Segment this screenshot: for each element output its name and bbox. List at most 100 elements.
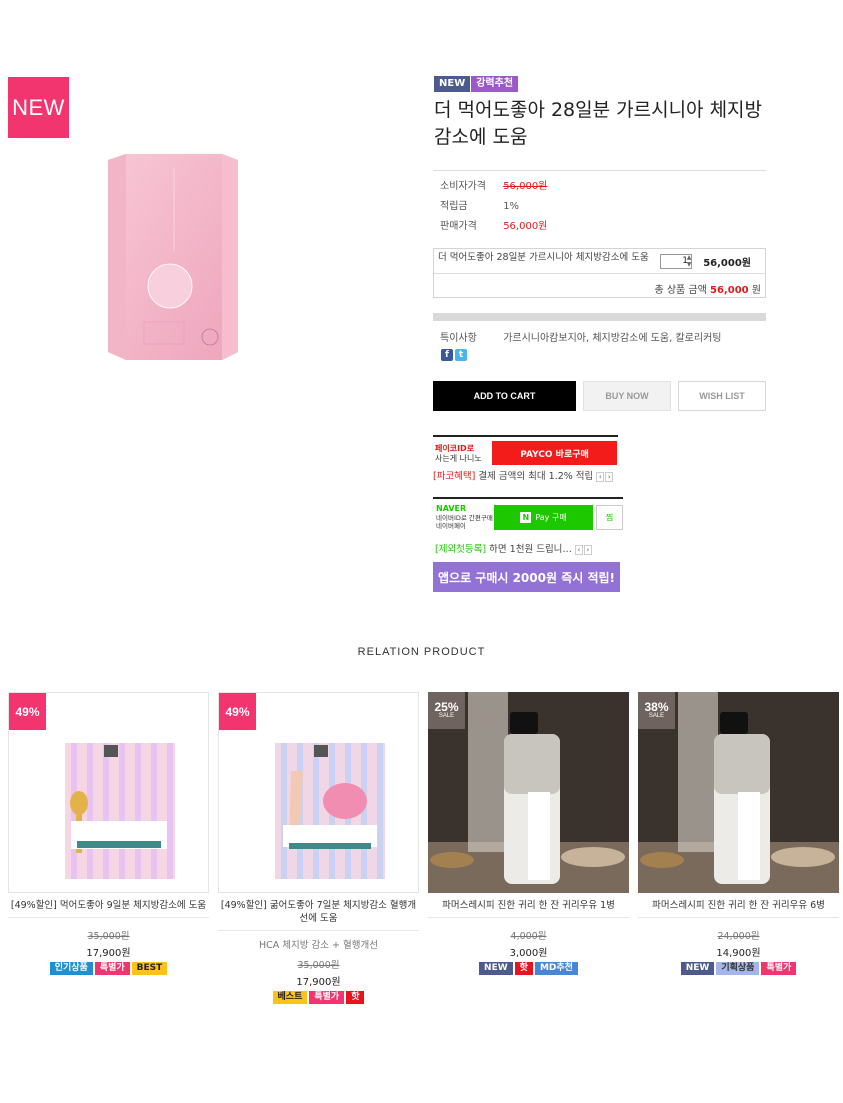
badge-new: NEW — [680, 962, 715, 975]
related-product-image[interactable]: 38% SALE — [638, 692, 839, 893]
product-title: 더 먹어도좋아 28일분 가르시니아 체지방감소에 도움 — [434, 99, 763, 148]
naver-caption-2: 네이버페이 — [436, 522, 466, 530]
prev-icon[interactable]: ‹ — [596, 471, 605, 482]
related-price: 17,900원 — [86, 948, 131, 959]
naver-benefit-tag: [제외첫등록] — [435, 544, 487, 555]
total-price: 총 상품 금액 56,000 원 — [654, 281, 761, 296]
spec-label: 특이사항 — [440, 333, 477, 344]
sale-price-value: 56,000원 — [503, 221, 548, 232]
badge-hot: 핫 — [514, 962, 533, 975]
sale-price-row: 판매가격 56,000원 — [440, 217, 547, 237]
sale-price-label: 판매가격 — [440, 221, 477, 232]
relation-product-title: RELATION PRODUCT — [357, 646, 486, 658]
related-badges: 인기상품 특별가 BEST — [8, 962, 209, 975]
facebook-icon[interactable]: f — [441, 349, 453, 361]
payco-caption-2: 사는게 나니노 — [435, 454, 482, 463]
naver-pay-button[interactable]: N Pay 구매 — [494, 505, 593, 530]
option-name: 더 먹어도좋아 28일분 가르시니아 체지방감소에 도움 — [438, 252, 649, 263]
add-to-cart-button[interactable]: ADD TO CART — [433, 381, 576, 411]
option-price: 56,000원 — [703, 258, 751, 269]
related-product-subtitle: HCA 체지방 감소 + 혈행개선 — [259, 940, 378, 951]
points-row: 적립금 1% — [440, 197, 547, 217]
points-label: 적립금 — [440, 201, 468, 212]
tag-new: NEW — [434, 76, 471, 92]
badge-popular: 인기상품 — [49, 962, 93, 975]
sale-label: SALE — [648, 713, 665, 719]
payco-benefit-text: 결제 금액의 최대 1.2% 적립 — [478, 471, 594, 482]
next-icon[interactable]: › — [583, 544, 592, 555]
payco-benefit-arrows[interactable]: ‹ › — [596, 471, 614, 482]
badge-best: BEST — [131, 962, 168, 975]
badge-special: 특별가 — [94, 962, 130, 975]
related-product-card[interactable]: 25% SALE 파머스레시피 진한 귀리 한 잔 귀리우유 1병 4,000원… — [428, 692, 629, 975]
related-product-card[interactable]: 49% [49%할인] 먹어도좋아 9일분 체지방감소에 도움 35,000원 … — [8, 692, 209, 975]
related-product-image[interactable]: 49% — [8, 692, 209, 893]
divider — [433, 170, 766, 171]
consumer-price-row: 소비자가격 56,000원 — [440, 177, 547, 197]
naver-zzim-button[interactable]: 찜 — [596, 505, 623, 530]
badge-best: 베스트 — [272, 991, 308, 1004]
naver-pay-label: Pay 구매 — [535, 513, 567, 522]
total-unit: 원 — [751, 285, 761, 296]
app-purchase-banner[interactable]: 앱으로 구매시 2000원 즉시 적립! — [433, 562, 620, 592]
discount-badge: 49% — [219, 693, 256, 730]
related-old-price: 35,000원 — [87, 931, 130, 942]
related-product-card[interactable]: 38% SALE 파머스레시피 진한 귀리 한 잔 귀리우유 6병 24,000… — [638, 692, 839, 975]
related-product-image[interactable]: 49% — [218, 692, 419, 893]
related-badges: 베스트 특별가 핫 — [218, 991, 419, 1004]
payco-benefit-tag: [파코혜택] — [433, 471, 476, 482]
related-product-image[interactable]: 25% SALE — [428, 692, 629, 893]
badge-planned: 기획상품 — [716, 962, 760, 975]
tag-recommend: 강력추천 — [471, 76, 519, 92]
consumer-price-value: 56,000원 — [503, 181, 548, 192]
next-icon[interactable]: › — [605, 471, 614, 482]
naver-benefit-text: 하면 1천원 드립니… — [489, 544, 572, 555]
divider — [433, 497, 623, 499]
divider — [434, 273, 765, 274]
related-old-price: 4,000원 — [510, 931, 547, 942]
product-image — [108, 154, 238, 360]
discount-rate: 25% — [434, 700, 459, 714]
related-product-name[interactable]: 파머스레시피 진한 귀리 한 잔 귀리우유 6병 — [638, 899, 839, 918]
related-product-name[interactable]: 파머스레시피 진한 귀리 한 잔 귀리우유 1병 — [428, 899, 629, 918]
related-price: 14,900원 — [716, 948, 761, 959]
consumer-price-label: 소비자가격 — [440, 181, 486, 192]
price-info: 소비자가격 56,000원 적립금 1% 판매가격 56,000원 — [440, 177, 547, 237]
sns-share: f t — [441, 349, 467, 361]
discount-rate: 38% — [644, 700, 669, 714]
badge-special: 특별가 — [761, 962, 797, 975]
related-product-card[interactable]: 49% [49%할인] 굶어도좋아 7일분 체지방감소 혈행개선에 도움 HCA… — [218, 692, 419, 1004]
total-label: 총 상품 금액 — [654, 285, 707, 296]
naver-n-icon: N — [520, 512, 532, 523]
wish-list-button[interactable]: WISH LIST — [678, 381, 766, 411]
discount-badge: 38% SALE — [638, 692, 675, 729]
naver-benefit: [제외첫등록] 하면 1천원 드립니… ‹ › — [435, 541, 592, 555]
points-value: 1% — [503, 201, 520, 212]
related-product-name[interactable]: [49%할인] 굶어도좋아 7일분 체지방감소 혈행개선에 도움 — [218, 899, 419, 931]
badge-md: MD추천 — [534, 962, 578, 975]
naver-caption: 네이버ID로 간편구매 네이버페이 — [436, 514, 493, 530]
divider-bar — [433, 313, 766, 321]
payco-buy-button[interactable]: PAYCO 바로구매 — [492, 441, 617, 465]
badge-special: 특별가 — [309, 991, 345, 1004]
related-badges: NEW 핫 MD추천 — [428, 962, 629, 975]
naver-caption-1: 네이버ID로 간편구매 — [436, 514, 493, 522]
discount-badge: 49% — [9, 693, 46, 730]
related-old-price: 24,000원 — [717, 931, 760, 942]
prev-icon[interactable]: ‹ — [574, 544, 583, 555]
related-badges: NEW 기획상품 특별가 — [638, 962, 839, 975]
naver-benefit-arrows[interactable]: ‹ › — [574, 544, 592, 555]
sale-label: SALE — [438, 713, 455, 719]
payco-benefit: [파코혜택] 결제 금액의 최대 1.2% 적립 ‹ › — [433, 468, 614, 482]
related-price: 17,900원 — [296, 977, 341, 988]
spec-value: 가르시니아캄보지아, 체지방감소에 도움, 칼로리커팅 — [503, 333, 722, 344]
quantity-stepper[interactable]: ▲ ▼ — [685, 254, 693, 269]
spec-row: 특이사항 가르시니아캄보지아, 체지방감소에 도움, 칼로리커팅 — [440, 329, 721, 344]
twitter-icon[interactable]: t — [455, 349, 467, 361]
naver-logo: NAVER — [436, 504, 467, 513]
related-product-name[interactable]: [49%할인] 먹어도좋아 9일분 체지방감소에 도움 — [8, 899, 209, 918]
discount-badge: 25% SALE — [428, 692, 465, 729]
badge-hot: 핫 — [346, 991, 365, 1004]
product-tags: NEW 강력추천 — [434, 76, 519, 92]
buy-now-button[interactable]: BUY NOW — [583, 381, 671, 411]
